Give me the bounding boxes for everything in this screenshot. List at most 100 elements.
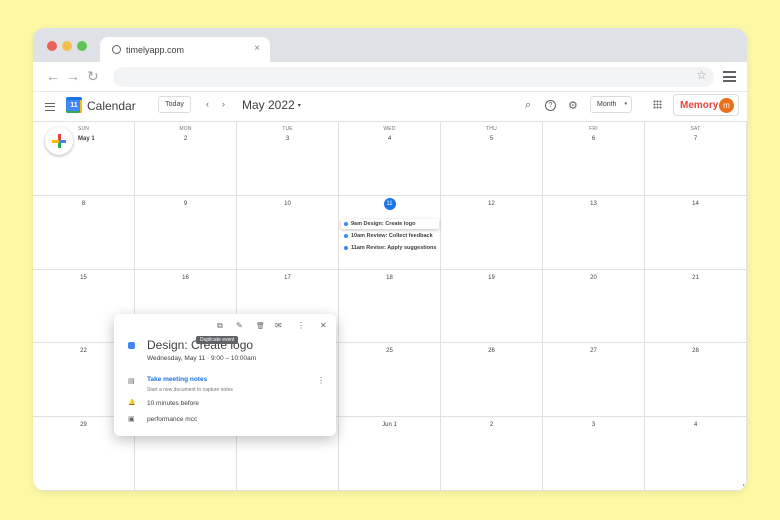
back-arrow-icon[interactable]: ← xyxy=(46,68,60,84)
day-number[interactable]: 7 xyxy=(645,136,746,142)
apps-grid-icon[interactable] xyxy=(653,100,662,109)
month-title-text: May 2022 xyxy=(242,98,295,112)
day-number[interactable]: 3 xyxy=(237,136,338,142)
day-number[interactable]: Jun 1 xyxy=(339,422,440,428)
memory-extension-button[interactable]: Memory m xyxy=(673,94,739,116)
take-notes-link[interactable]: Take meeting notes xyxy=(147,376,207,383)
duplicate-icon[interactable]: ⧉ xyxy=(217,321,223,331)
event-time: 11am xyxy=(351,245,365,251)
day-cell[interactable]: 3 xyxy=(543,417,645,491)
day-number[interactable]: 8 xyxy=(33,201,134,207)
day-cell[interactable]: 2 xyxy=(441,417,543,491)
more-vert-icon[interactable]: ⋮ xyxy=(317,376,325,385)
day-cell[interactable]: 4 xyxy=(645,417,747,491)
day-number[interactable]: 10 xyxy=(237,201,338,207)
day-number[interactable]: 18 xyxy=(339,275,440,281)
day-cell[interactable]: 27 xyxy=(543,343,645,418)
day-cell[interactable]: 19 xyxy=(441,269,543,344)
day-number[interactable]: 13 xyxy=(543,201,644,207)
weekday-label: MON xyxy=(179,126,192,132)
settings-gear-icon[interactable]: ⚙ xyxy=(568,99,578,112)
scroll-left-icon[interactable]: ‹ xyxy=(743,482,745,489)
forward-arrow-icon[interactable]: → xyxy=(66,68,80,84)
close-window-button[interactable] xyxy=(47,41,57,51)
day-cell[interactable]: 8 xyxy=(33,195,135,270)
tab-close-icon[interactable]: × xyxy=(254,43,260,54)
day-cell[interactable]: WED 4 xyxy=(339,122,441,196)
day-cell[interactable]: 9 xyxy=(135,195,237,270)
create-event-button[interactable] xyxy=(45,127,73,155)
day-number[interactable]: 20 xyxy=(543,275,644,281)
view-select[interactable]: Month ▾ xyxy=(590,96,632,113)
calendar-name: performance mcc xyxy=(147,416,198,423)
event-dot xyxy=(344,245,348,250)
globe-icon xyxy=(112,45,121,54)
day-number[interactable]: 21 xyxy=(645,275,746,281)
browser-menu-icon[interactable] xyxy=(723,71,736,82)
browser-window: timelyapp.com × ← → ↻ ☆ 11 Calendar Toda… xyxy=(33,28,747,491)
day-cell[interactable]: 26 xyxy=(441,343,543,418)
day-number[interactable]: 16 xyxy=(135,275,236,281)
day-number[interactable]: 28 xyxy=(645,348,746,354)
prev-month-icon[interactable]: ‹ xyxy=(206,99,209,109)
email-icon[interactable]: ✉ xyxy=(275,321,282,330)
today-day-number[interactable]: 11 xyxy=(383,197,396,210)
day-cell[interactable]: 12 xyxy=(441,195,543,270)
calendar-header: 11 Calendar Today ‹ › May 2022 ▾ ⌕ ? ⚙ Mo… xyxy=(33,92,747,122)
day-number[interactable]: 14 xyxy=(645,201,746,207)
day-cell[interactable]: THU 5 xyxy=(441,122,543,196)
day-cell[interactable]: 18 xyxy=(339,269,441,344)
day-cell[interactable]: 25 xyxy=(339,343,441,418)
day-number[interactable]: 2 xyxy=(135,136,236,142)
search-icon[interactable]: ⌕ xyxy=(525,99,531,112)
day-number[interactable]: 17 xyxy=(237,275,338,281)
day-number[interactable]: 9 xyxy=(135,201,236,207)
today-button[interactable]: Today xyxy=(158,96,191,113)
day-number[interactable]: 26 xyxy=(441,348,542,354)
avatar[interactable]: m xyxy=(719,98,734,113)
day-cell[interactable]: 14 xyxy=(645,195,747,270)
address-bar[interactable] xyxy=(113,67,714,87)
day-number[interactable]: 19 xyxy=(441,275,542,281)
day-cell[interactable]: 20 xyxy=(543,269,645,344)
next-month-icon[interactable]: › xyxy=(222,99,225,109)
day-cell[interactable]: 10 xyxy=(237,195,339,270)
day-cell[interactable]: MON 2 xyxy=(135,122,237,196)
minimize-window-button[interactable] xyxy=(62,41,72,51)
day-cell[interactable]: TUE 3 xyxy=(237,122,339,196)
day-number[interactable]: 27 xyxy=(543,348,644,354)
maximize-window-button[interactable] xyxy=(77,41,87,51)
bookmark-star-icon[interactable]: ☆ xyxy=(696,68,707,82)
day-number[interactable]: 2 xyxy=(441,422,542,428)
month-title[interactable]: May 2022 ▾ xyxy=(242,98,301,112)
edit-pencil-icon[interactable]: ✎ xyxy=(236,321,243,330)
day-number[interactable]: 4 xyxy=(339,136,440,142)
day-number[interactable]: 3 xyxy=(543,422,644,428)
app-name: Calendar xyxy=(87,99,136,113)
trash-icon[interactable]: 🗑 xyxy=(256,322,265,330)
close-icon[interactable]: ✕ xyxy=(320,321,327,330)
day-number[interactable]: 4 xyxy=(645,422,746,428)
tooltip: Duplicate event xyxy=(196,336,239,344)
day-cell[interactable]: Jun 1 xyxy=(339,417,441,491)
weekday-label: FRI xyxy=(589,126,598,132)
event-chip[interactable]: 11am Revise: Apply suggestions xyxy=(344,243,440,253)
day-number[interactable]: 25 xyxy=(339,348,440,354)
day-number[interactable]: 15 xyxy=(33,275,134,281)
day-number[interactable]: 5 xyxy=(441,136,542,142)
event-chip[interactable]: 9am Design: Create logo xyxy=(341,219,439,229)
browser-tab[interactable]: timelyapp.com × xyxy=(100,37,270,62)
reload-icon[interactable]: ↻ xyxy=(87,68,99,85)
day-cell[interactable]: FRI 6 xyxy=(543,122,645,196)
calendar-color-dot xyxy=(128,342,135,349)
help-icon[interactable]: ? xyxy=(545,100,556,111)
event-chip[interactable]: 10am Review: Collect feedback xyxy=(344,231,440,241)
more-vert-icon[interactable]: ⋮ xyxy=(297,321,305,330)
day-cell[interactable]: 28 xyxy=(645,343,747,418)
day-number[interactable]: 12 xyxy=(441,201,542,207)
day-number[interactable]: 6 xyxy=(543,136,644,142)
day-cell[interactable]: 21 xyxy=(645,269,747,344)
main-menu-icon[interactable] xyxy=(45,103,55,111)
day-cell[interactable]: 13 xyxy=(543,195,645,270)
day-cell[interactable]: SAT 7 xyxy=(645,122,747,196)
